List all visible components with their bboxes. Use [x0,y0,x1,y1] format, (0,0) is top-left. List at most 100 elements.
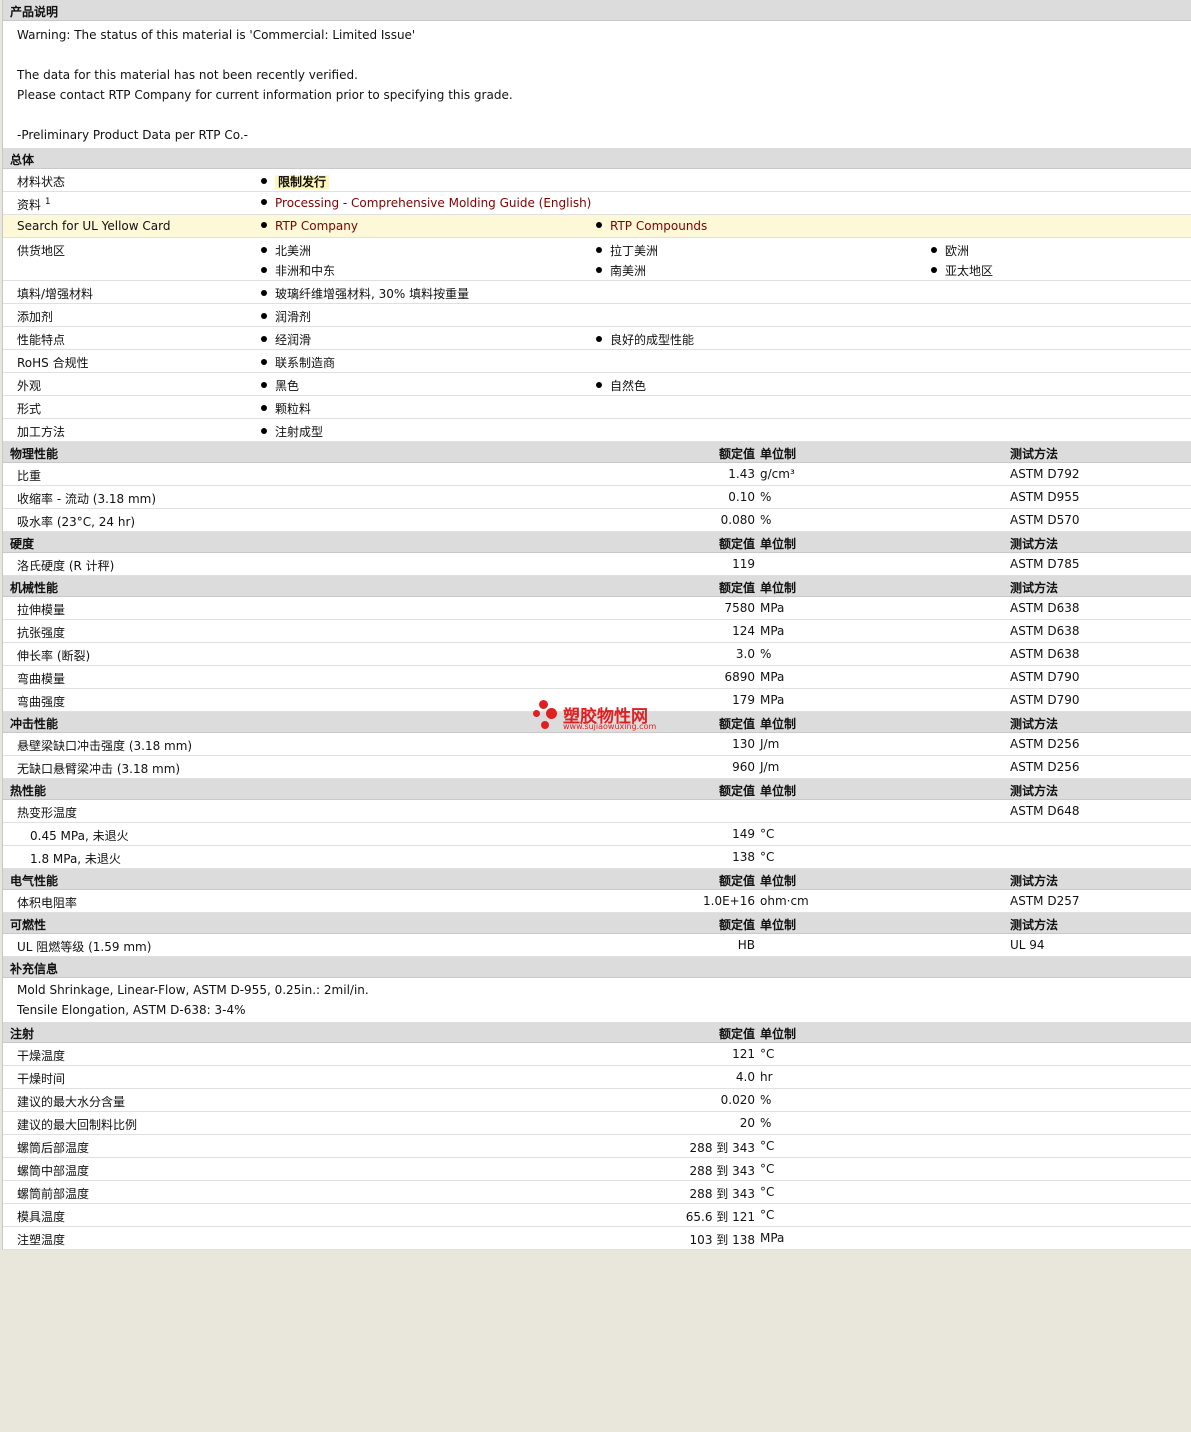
region-item: 亚太地区 [931,262,993,279]
property-label: 体积电阻率 [17,896,78,910]
property-row: 0.45 MPa, 未退火 149 °C [3,823,1191,846]
bullet-icon [261,178,267,184]
method-header: 测试方法 [1010,784,1059,798]
property-value: 4.0 [735,1070,755,1084]
rtp-company-link[interactable]: RTP Company [275,219,358,233]
description-notes: Warning: The status of this material is … [3,21,1191,148]
note-line: Please contact RTP Company for current i… [17,88,513,102]
filler-item: 玻璃纤维增强材料, 30% 填料按重量 [261,285,469,302]
property-value: 121 [732,1047,755,1061]
property-row: 弯曲模量 6890 MPa ASTM D790 [3,666,1191,689]
injection-row: 干燥温度 121 °C [3,1043,1191,1066]
unit-header: 单位制 [760,1027,797,1041]
property-row: 抗张强度 124 MPa ASTM D638 [3,620,1191,643]
injection-row: 注塑温度 103 到 138 MPa [3,1227,1191,1250]
property-unit: °C [760,1185,775,1199]
injection-row: 模具温度 65.6 到 121 °C [3,1204,1191,1227]
method-header: 测试方法 [1010,717,1059,731]
region-item: 拉丁美洲 [596,242,658,259]
row-label: 供货地区 [17,244,66,258]
property-label: 模具温度 [17,1210,66,1224]
row-features: 性能特点 经润滑 良好的成型性能 [3,327,1191,350]
row-label: RoHS 合规性 [17,356,89,370]
logo-dot-icon [533,710,540,717]
logo-dot-icon [539,700,548,709]
property-row: 伸长率 (断裂) 3.0% ASTM D638 [3,643,1191,666]
property-row: 热变形温度 ASTM D648 [3,800,1191,823]
row-additive: 添加剂 润滑剂 [3,304,1191,327]
unit-header: 单位制 [760,447,797,461]
rohs-item: 联系制造商 [261,354,335,371]
logo-dot-icon [541,721,549,729]
supplement-notes: Mold Shrinkage, Linear-Flow, ASTM D-955,… [3,978,1191,1022]
section-title: 硬度 [10,537,35,551]
region-item: 欧洲 [931,242,969,259]
molding-guide-link[interactable]: Processing - Comprehensive Molding Guide… [275,196,591,210]
property-unit: °C [760,827,775,841]
test-method: ASTM D785 [1010,557,1080,571]
form-item: 颗粒料 [261,400,311,417]
test-method: UL 94 [1010,938,1045,952]
property-value: 124 [732,624,755,638]
row-filler: 填料/增强材料 玻璃纤维增强材料, 30% 填料按重量 [3,281,1191,304]
property-row: 收缩率 - 流动 (3.18 mm) 0.10% ASTM D955 [3,486,1191,509]
property-row: 悬壁梁缺口冲击强度 (3.18 mm) 130 J/m ASTM D256 [3,733,1191,756]
section-header-description: 产品说明 [3,0,1191,21]
injection-row: 建议的最大水分含量 0.020% [3,1089,1191,1112]
section-header-injection: 注射 额定值 单位制 [3,1022,1191,1043]
feature-item: 经润滑 [261,331,311,348]
property-unit: °C [760,1162,775,1176]
property-value: 103 到 138 [689,1233,755,1247]
property-unit: % [760,1093,772,1107]
section-header: 电气性能 额定值 单位制 测试方法 [3,869,1191,890]
property-label: 拉伸模量 [17,603,66,617]
property-unit: % [760,513,772,527]
injection-rows: 干燥温度 121 °C 干燥时间 4.0 hr 建议的最大水分含量 0.020% 建议的最大回制… [3,1043,1191,1250]
property-label: 洛氏硬度 (R 计秤) [17,559,115,573]
property-unit: MPa [760,1231,785,1245]
property-value: 288 到 343 [689,1187,755,1201]
method-header: 测试方法 [1010,537,1059,551]
region-item: 非洲和中东 [261,262,335,279]
ul-item: RTP Company [261,219,358,233]
property-value: 288 到 343 [689,1141,755,1155]
property-unit: % [760,647,772,661]
row-rohs: RoHS 合规性 联系制造商 [3,350,1191,373]
watermark-url: www.sujiaowuxing.com [563,722,657,731]
property-label: 热变形温度 [17,806,78,820]
property-unit: °C [760,1208,775,1222]
property-row: 吸水率 (23°C, 24 hr) 0.080% ASTM D570 [3,509,1191,532]
bullet-icon [261,199,267,205]
property-label: UL 阻燃等级 (1.59 mm) [17,940,152,954]
watermark: 塑胶物性网 www.sujiaowuxing.com [533,700,673,736]
property-label: 伸长率 (断裂) [17,649,91,663]
property-row: 1.8 MPa, 未退火 138 °C [3,846,1191,869]
test-method: ASTM D638 [1010,624,1080,638]
note-line: Mold Shrinkage, Linear-Flow, ASTM D-955,… [17,983,369,997]
bullet-icon [596,382,602,388]
bullet-icon [261,313,267,319]
test-method: ASTM D256 [1010,737,1080,751]
appearance-item: 自然色 [596,377,646,394]
property-value: 1.0E+16 [703,894,755,908]
property-label: 弯曲强度 [17,695,66,709]
property-label: 0.45 MPa, 未退火 [30,829,129,843]
bullet-icon [261,222,267,228]
property-unit: % [760,490,772,504]
property-value: 179 [732,693,755,707]
property-value: 0.10 [728,490,755,504]
rtp-compounds-link[interactable]: RTP Compounds [610,219,707,233]
property-unit: ohm·cm [760,894,809,908]
section-header-supplement: 补充信息 [3,957,1191,978]
section-title: 总体 [10,153,35,167]
injection-row: 建议的最大回制料比例 20% [3,1112,1191,1135]
test-method: ASTM D648 [1010,804,1080,818]
row-label: 添加剂 [17,310,54,324]
section-header: 可燃性 额定值 单位制 测试方法 [3,913,1191,934]
property-unit: J/m [760,760,780,774]
value-header: 额定值 [718,581,755,595]
property-value: 7580 [724,601,755,615]
property-label: 螺筒中部温度 [17,1164,90,1178]
row-label: 外观 [17,379,42,393]
test-method: ASTM D955 [1010,490,1080,504]
